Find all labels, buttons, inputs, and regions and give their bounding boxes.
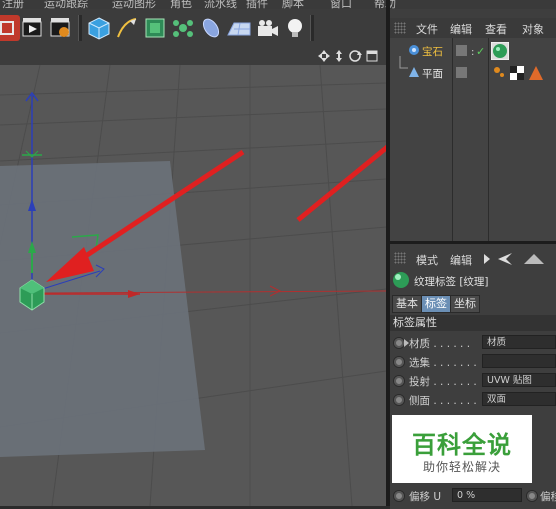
radio-button[interactable]: [393, 375, 405, 387]
property-label: 侧面 . . . . . . .: [409, 395, 477, 407]
render-settings-icon[interactable]: [48, 15, 74, 41]
property-value[interactable]: 双面: [482, 392, 556, 406]
menu-edit[interactable]: 编辑: [450, 21, 472, 37]
attribute-title: 纹理标签 [纹理]: [414, 276, 489, 288]
menu-bar: 注册 运动跟踪 运动图形 角色 流水线 插件 脚本 窗口 帮助: [0, 0, 556, 9]
deformer-icon[interactable]: [198, 15, 224, 41]
property-value[interactable]: [482, 354, 556, 368]
render-icon[interactable]: [20, 15, 46, 41]
menu-item[interactable]: 帮助: [374, 0, 396, 9]
watermark-logo: 百科全说 助你轻松解决: [392, 415, 532, 483]
up-icon: [524, 254, 544, 264]
plane-icon: [409, 67, 419, 77]
cloner-icon[interactable]: [170, 15, 196, 41]
property-label: 偏移 U: [409, 491, 442, 503]
property-value[interactable]: UVW 贴图: [482, 373, 556, 387]
cube-icon[interactable]: [86, 15, 112, 41]
hierarchy-line: [399, 56, 408, 69]
menu-objects[interactable]: 对象: [522, 21, 544, 37]
pen-icon[interactable]: [114, 15, 140, 41]
tab-coordinates[interactable]: 坐标: [450, 295, 480, 313]
null-object-icon: [409, 45, 419, 55]
keyframe-icon[interactable]: [0, 15, 20, 41]
object-list: 宝石 : ✓ 平面: [390, 38, 556, 241]
radio-button[interactable]: [393, 394, 405, 406]
cone-tag-icon: [529, 66, 543, 80]
property-material[interactable]: 材质 . . . . . . 材质: [390, 334, 556, 352]
property-label: 投射 . . . . . . .: [409, 376, 477, 388]
property-selection[interactable]: 选集 . . . . . . .: [390, 353, 556, 371]
toolbar-separator: [78, 15, 82, 41]
menu-item[interactable]: 运动图形: [112, 0, 156, 9]
menu-item[interactable]: 角色: [170, 0, 192, 9]
object-name: 宝石: [422, 46, 443, 58]
checker-tag-icon: [510, 66, 524, 80]
property-label: 材质 . . . . . .: [409, 338, 471, 350]
toolbar: [0, 9, 386, 48]
tab-basic[interactable]: 基本: [392, 295, 422, 313]
object-row-plane[interactable]: 平面: [390, 56, 556, 82]
back-icon: [498, 253, 512, 265]
phong-tag-icon: [494, 67, 504, 77]
svg-text:✓: ✓: [476, 45, 485, 58]
svg-text::: :: [471, 47, 474, 58]
menu-item[interactable]: 流水线: [204, 0, 237, 9]
property-projection[interactable]: 投射 . . . . . . . UVW 贴图: [390, 372, 556, 390]
watermark-title: 百科全说: [412, 431, 512, 459]
offset-u-field[interactable]: 0 %: [452, 488, 522, 502]
menu-item[interactable]: 窗口: [330, 0, 352, 9]
property-label: 选集 . . . . . . .: [409, 357, 477, 369]
light-icon[interactable]: [282, 15, 308, 41]
menu-item[interactable]: 插件: [246, 0, 268, 9]
camera-icon[interactable]: [254, 15, 280, 41]
menu-view[interactable]: 查看: [485, 21, 507, 37]
menu-edit[interactable]: 编辑: [450, 252, 472, 268]
radio-button[interactable]: [393, 490, 405, 502]
tab-tag[interactable]: 标签: [421, 295, 451, 313]
menu-file[interactable]: 文件: [416, 21, 438, 37]
property-side[interactable]: 侧面 . . . . . . . 双面: [390, 391, 556, 409]
floor-icon[interactable]: [226, 15, 252, 41]
visibility-icons[interactable]: : ✓: [456, 44, 486, 58]
property-label: 偏移: [540, 491, 556, 503]
plane-tags[interactable]: [491, 64, 551, 82]
radio-button[interactable]: [526, 490, 538, 502]
watermark-subtitle: 助你轻松解决: [422, 460, 501, 474]
property-offset[interactable]: 偏移 U 0 % 偏移: [390, 486, 556, 506]
visibility-icons[interactable]: [456, 66, 468, 80]
panel-grip-icon[interactable]: [394, 22, 406, 34]
play-icon: [484, 254, 490, 264]
material-tag-icon[interactable]: [491, 42, 509, 60]
object-manager-menu: 文件 编辑 查看 对象: [390, 18, 556, 38]
panel-grip-icon[interactable]: [394, 252, 406, 264]
texture-tag-icon: [393, 272, 409, 288]
subdivide-icon[interactable]: [142, 15, 168, 41]
menu-item[interactable]: 注册: [2, 0, 24, 9]
menu-item[interactable]: 脚本: [282, 0, 304, 9]
nav-arrows[interactable]: [484, 252, 556, 266]
section-title: 标签属性: [390, 315, 556, 331]
property-value[interactable]: 材质: [482, 335, 556, 349]
object-name: 平面: [422, 68, 443, 80]
menu-mode[interactable]: 模式: [416, 252, 438, 268]
radio-button[interactable]: [393, 356, 405, 368]
toolbar-separator: [310, 15, 314, 41]
object-row-gem[interactable]: 宝石 : ✓: [390, 42, 556, 60]
menu-item[interactable]: 运动跟踪: [44, 0, 88, 9]
